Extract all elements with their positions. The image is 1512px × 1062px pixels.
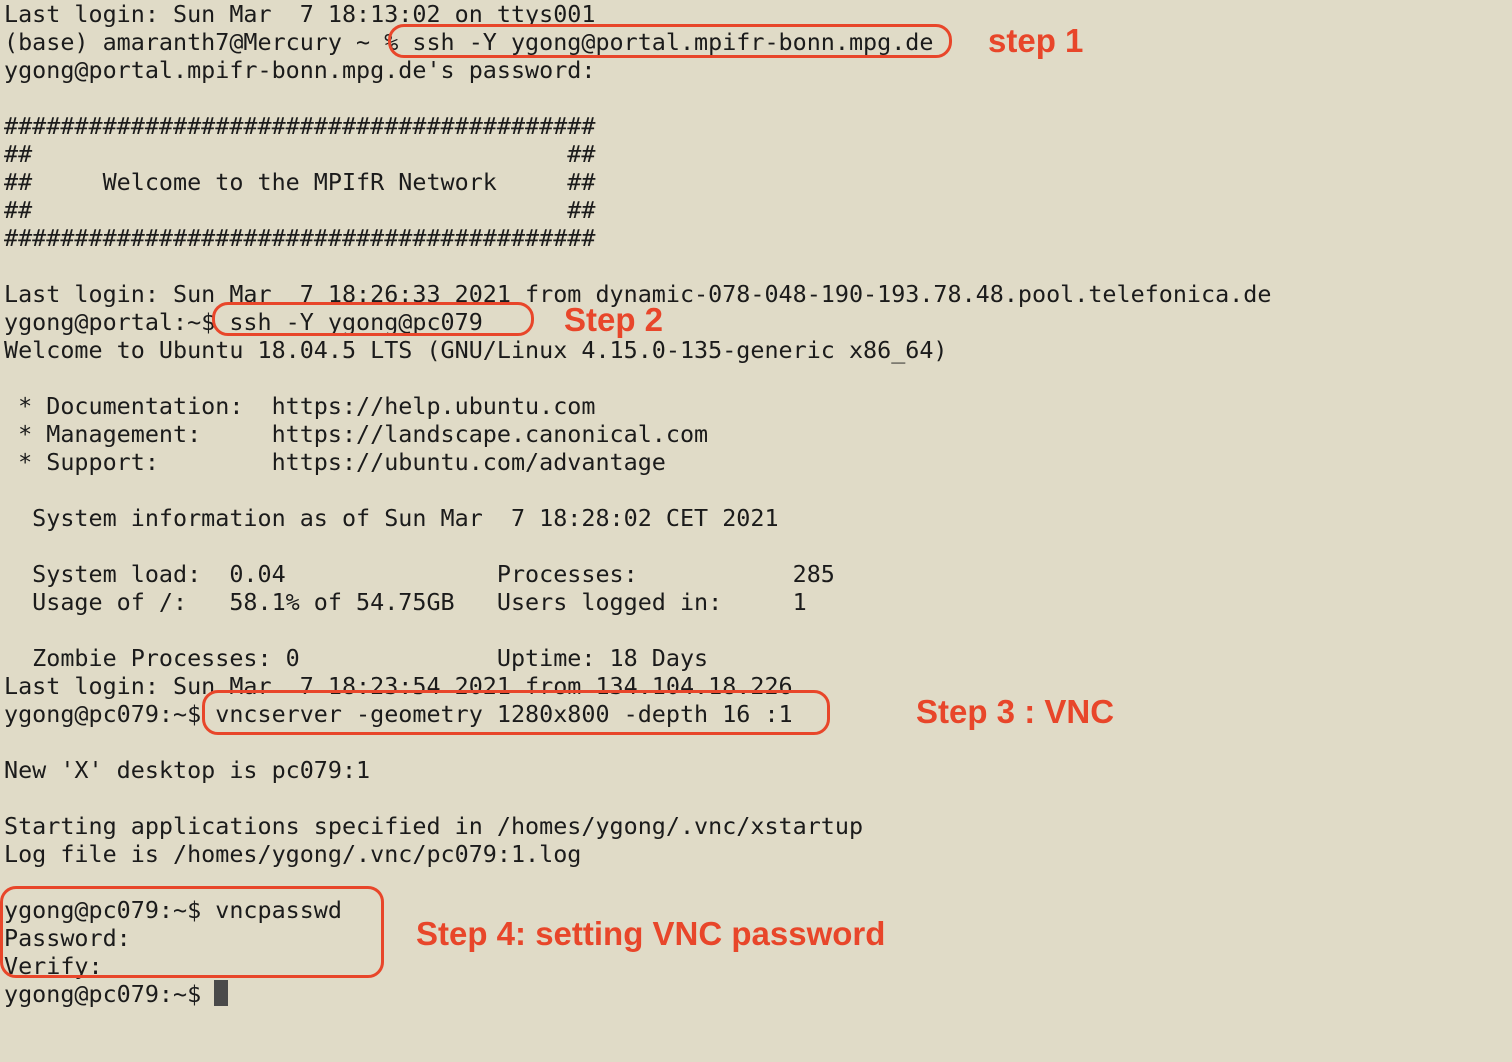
terminal-cursor bbox=[214, 980, 228, 1006]
terminal-line: Starting applications specified in /home… bbox=[4, 812, 864, 840]
banner-line: ########################################… bbox=[4, 112, 596, 140]
terminal-line: Log file is /homes/ygong/.vnc/pc079:1.lo… bbox=[4, 840, 582, 868]
banner-line: ## Welcome to the MPIfR Network ## bbox=[4, 168, 596, 196]
step1-highlight-box bbox=[388, 24, 952, 58]
terminal-line: ygong@portal.mpifr-bonn.mpg.de's passwor… bbox=[4, 56, 596, 84]
terminal-line: * Management: https://landscape.canonica… bbox=[4, 420, 709, 448]
step2-highlight-box bbox=[212, 302, 534, 336]
terminal-line: * Documentation: https://help.ubuntu.com bbox=[4, 392, 596, 420]
step1-label: step 1 bbox=[988, 22, 1084, 59]
step4-highlight-box bbox=[0, 886, 384, 978]
banner-line: ## ## bbox=[4, 196, 596, 224]
terminal-line: Welcome to Ubuntu 18.04.5 LTS (GNU/Linux… bbox=[4, 336, 948, 364]
step3-label: Step 3 : VNC bbox=[916, 693, 1115, 730]
terminal-line: New 'X' desktop is pc079:1 bbox=[4, 756, 371, 784]
terminal-line: System load: 0.04 Processes: 285 bbox=[4, 560, 835, 588]
terminal-line: Zombie Processes: 0 Uptime: 18 Days bbox=[4, 644, 709, 672]
banner-line: ## ## bbox=[4, 140, 596, 168]
terminal-line: Usage of /: 58.1% of 54.75GB Users logge… bbox=[4, 588, 807, 616]
step4-label: Step 4: setting VNC password bbox=[416, 915, 886, 952]
step3-highlight-box bbox=[202, 690, 830, 735]
prompt-line[interactable]: ygong@pc079:~$ bbox=[4, 980, 215, 1008]
terminal-line: System information as of Sun Mar 7 18:28… bbox=[4, 504, 779, 532]
banner-line: ########################################… bbox=[4, 224, 596, 252]
step2-label: Step 2 bbox=[564, 301, 664, 338]
terminal-line: * Support: https://ubuntu.com/advantage bbox=[4, 448, 666, 476]
